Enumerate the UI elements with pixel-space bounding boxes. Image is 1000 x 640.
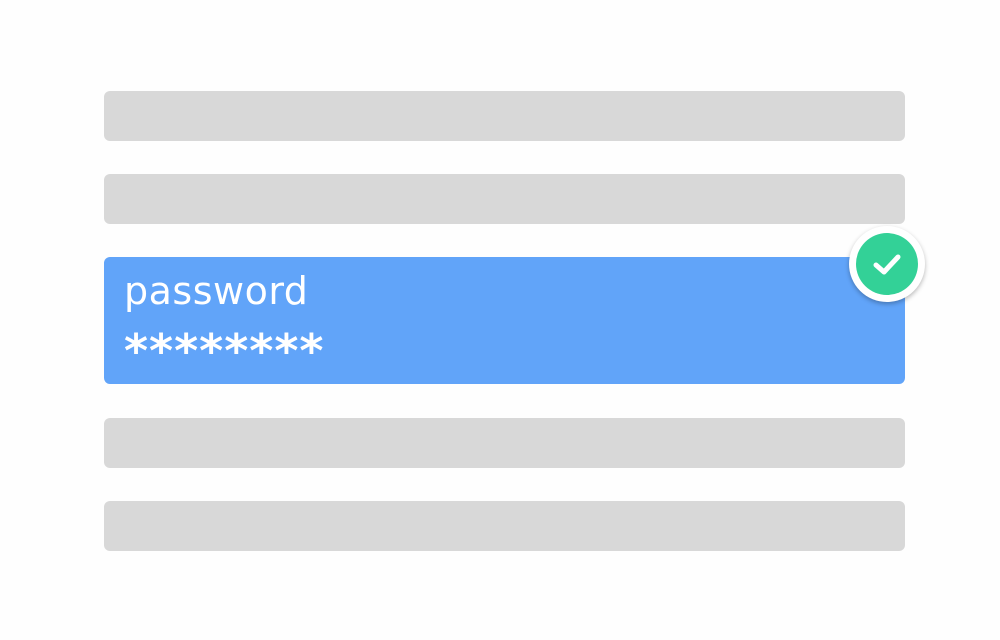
- validation-badge: [849, 226, 925, 302]
- empty-input-field-3[interactable]: [104, 418, 905, 468]
- empty-input-field-2[interactable]: [104, 174, 905, 224]
- password-field[interactable]: password ********: [104, 257, 905, 384]
- empty-input-field-4[interactable]: [104, 501, 905, 551]
- check-icon: [856, 233, 918, 295]
- empty-input-field-1[interactable]: [104, 91, 905, 141]
- password-label: password: [124, 269, 309, 313]
- password-value[interactable]: ********: [124, 325, 324, 377]
